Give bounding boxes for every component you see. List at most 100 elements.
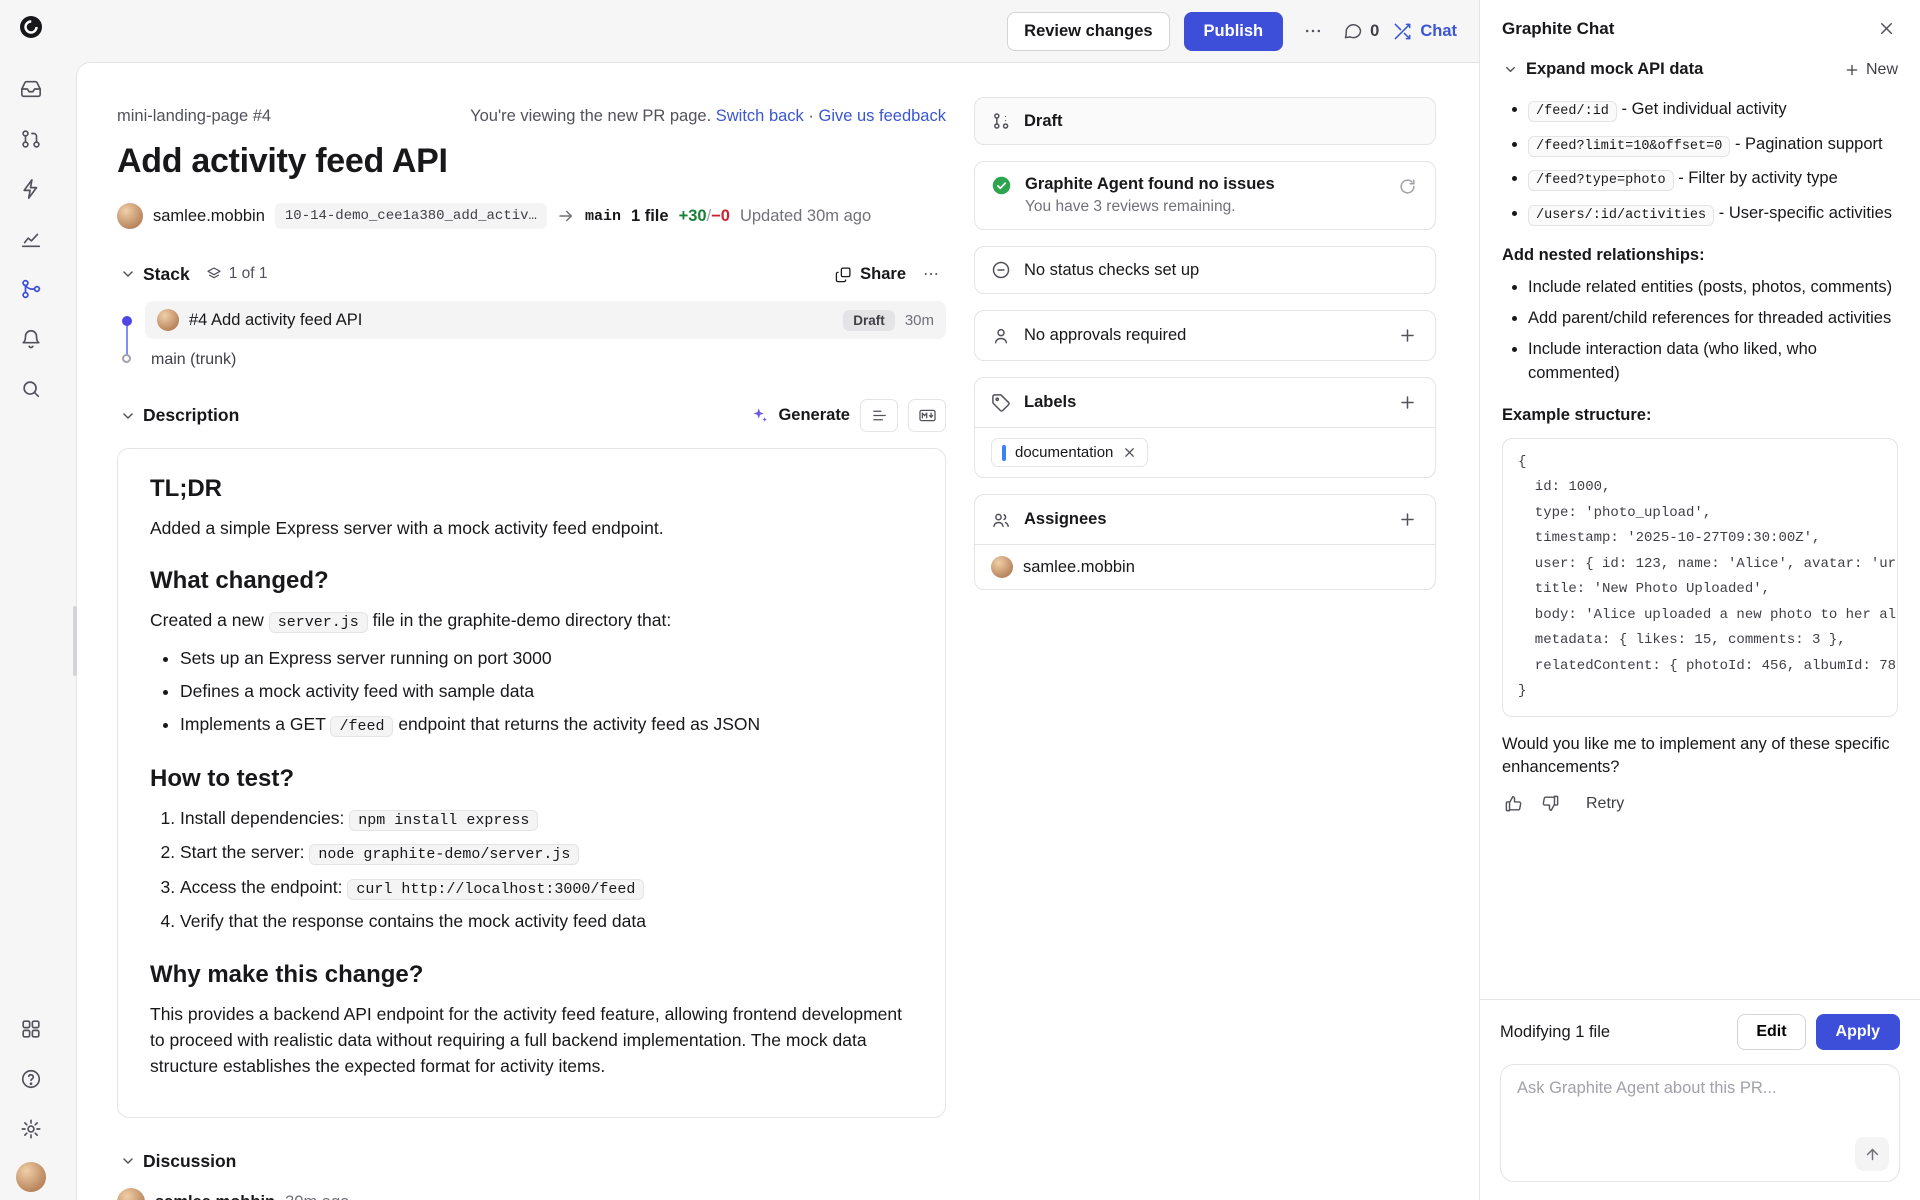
pr-page-card: mini-landing-page #4 You're viewing the … [76,62,1479,1200]
share-icon [835,266,852,283]
publish-button[interactable]: Publish [1184,12,1284,51]
comment-author: samlee.mobbin [155,1193,275,1200]
remove-label-icon[interactable] [1122,445,1137,460]
label-chip-documentation[interactable]: documentation [991,438,1148,467]
expand-chevron-icon[interactable] [1502,61,1519,78]
help-icon[interactable] [10,1058,52,1100]
status-checks-box: No status checks set up [974,246,1436,294]
stack-item[interactable]: #4 Add activity feed API Draft 30m [145,301,946,339]
new-chat-button[interactable]: New [1844,61,1898,79]
stack-item-avatar [157,309,179,331]
stack-collapse-chevron-icon[interactable] [117,263,139,285]
description-section-header: Description Generate [117,399,946,432]
stack-list: #4 Add activity feed API Draft 30m main … [117,301,946,369]
branch-chip[interactable]: 10-14-demo_cee1a380_add_activ… [275,203,547,229]
generate-label: Generate [778,406,850,425]
list-item: /users/:id/activities - User-specific ac… [1528,200,1898,227]
assignees-box: Assignees samlee.mobbin [974,494,1436,590]
inbox-icon[interactable] [10,68,52,110]
markdown-view-button[interactable] [908,399,946,432]
updated-time: Updated 30m ago [740,207,871,226]
stack-item-time: 30m [905,312,934,329]
draft-pr-icon [991,111,1011,131]
list-item: Access the endpoint: curl http://localho… [180,874,913,902]
chat-input[interactable] [1501,1065,1899,1181]
comment-author-avatar [117,1188,145,1200]
endpoint-list: /feed/:id - Get individual activity /fee… [1502,96,1898,226]
review-changes-button[interactable]: Review changes [1007,12,1169,51]
list-item: Sets up an Express server running on por… [180,645,913,671]
trunk-branch[interactable]: main (trunk) [145,351,946,369]
comments-button[interactable]: 0 [1343,21,1379,41]
assignee-row[interactable]: samlee.mobbin [975,545,1435,589]
share-button[interactable]: Share [835,265,906,284]
banner-text: You're viewing the new PR page. [470,107,711,125]
modifying-files-label: Modifying 1 file [1500,1023,1610,1042]
thumbs-up-icon[interactable] [1502,792,1525,815]
assignee-name: samlee.mobbin [1023,558,1135,577]
automations-icon[interactable] [10,168,52,210]
why-text: This provides a backend API endpoint for… [150,1001,913,1080]
arrow-right-icon [557,207,575,225]
thumbs-down-icon[interactable] [1539,792,1562,815]
send-message-button[interactable] [1855,1137,1889,1171]
pull-request-icon[interactable] [10,118,52,160]
breadcrumb: mini-landing-page #4 [117,107,271,126]
add-label-button[interactable] [1396,391,1419,414]
chat-footer: Modifying 1 file Edit Apply [1480,999,1920,1200]
comment-meta-row: samlee.mobbin 30m ago [117,1188,946,1200]
retry-button[interactable]: Retry [1586,795,1624,813]
check-circle-icon [991,175,1012,196]
files-changed[interactable]: 1 file [631,207,669,226]
merge-icon[interactable] [10,268,52,310]
insights-icon[interactable] [10,218,52,260]
list-item: Include related entities (posts, photos,… [1528,276,1898,300]
search-icon[interactable] [10,368,52,410]
feedback-link[interactable]: Give us feedback [819,107,947,125]
more-options-button[interactable] [1297,15,1329,47]
discussion-section-header: Discussion [117,1150,946,1172]
how-to-test-heading: How to test? [150,765,913,793]
close-chat-icon[interactable] [1875,17,1898,40]
comment-count-value: 0 [1370,22,1379,41]
add-assignee-button[interactable] [1396,508,1419,531]
nested-relationships-heading: Add nested relationships: [1502,244,1898,268]
profile-avatar[interactable] [16,1162,46,1192]
stack-more-button[interactable] [916,259,946,289]
comment-bubble-icon [1343,21,1363,41]
expand-mock-api-label[interactable]: Expand mock API data [1526,58,1703,82]
switch-back-link[interactable]: Switch back [716,107,804,125]
inline-code: node graphite-demo/server.js [309,844,579,865]
rerun-agent-icon[interactable] [1396,175,1419,198]
agent-reviews-remaining: You have 3 reviews remaining. [1025,198,1275,216]
notifications-icon[interactable] [10,318,52,360]
graphite-logo[interactable] [16,12,46,42]
discussion-collapse-chevron-icon[interactable] [117,1150,139,1172]
add-reviewer-button[interactable] [1396,324,1419,347]
endpoint-code: /feed?limit=10&offset=0 [1528,136,1730,157]
additions: +30 [679,207,707,225]
target-branch[interactable]: main [585,208,621,225]
sparkles-icon [750,406,769,425]
graphite-chat-panel: Graphite Chat Expand mock API data New /… [1479,0,1920,1200]
rich-text-view-button[interactable] [860,399,898,432]
endpoint-code: /feed?type=photo [1528,170,1674,191]
list-item: Add parent/child references for threaded… [1528,307,1898,331]
edit-button[interactable]: Edit [1737,1014,1805,1050]
agent-review-box: Graphite Agent found no issues You have … [974,161,1436,230]
pr-status-column: Draft Graphite Agent found no issues You… [974,63,1436,1200]
chat-panel-title: Graphite Chat [1502,19,1614,39]
approvals-label: No approvals required [1024,326,1186,345]
assignees-label: Assignees [1024,510,1107,529]
generate-button[interactable]: Generate [750,406,850,425]
description-collapse-chevron-icon[interactable] [117,405,139,427]
chat-toggle-button[interactable]: Chat [1393,22,1457,41]
main-column: Review changes Publish 0 Chat [62,0,1479,1200]
scrollbar-thumb[interactable] [73,606,77,676]
list-item: Defines a mock activity feed with sample… [180,678,913,704]
deletions: −0 [711,207,730,225]
settings-gear-icon[interactable] [10,1108,52,1150]
apply-button[interactable]: Apply [1816,1014,1900,1050]
pr-meta-row: samlee.mobbin 10-14-demo_cee1a380_add_ac… [117,203,946,229]
apps-grid-icon[interactable] [10,1008,52,1050]
